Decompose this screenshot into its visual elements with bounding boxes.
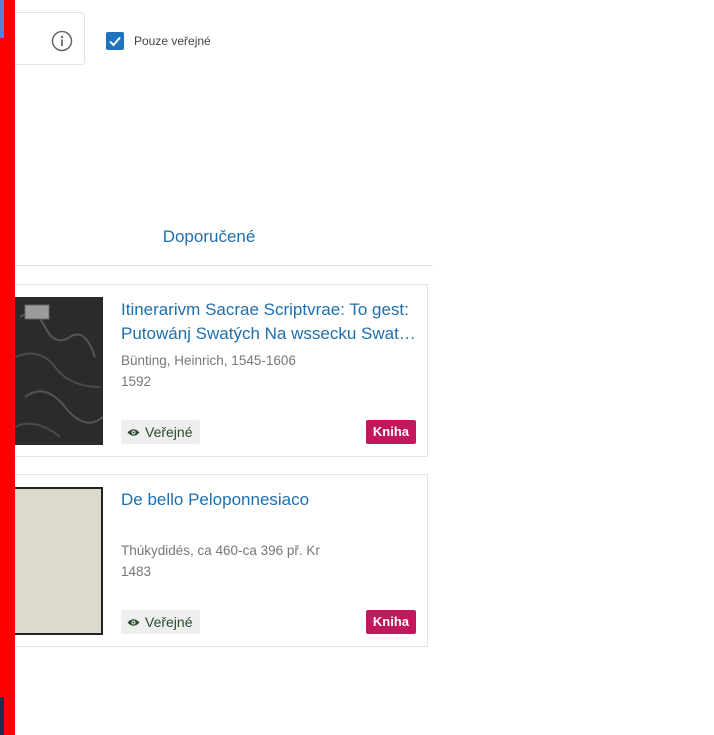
access-label: Veřejné (145, 614, 193, 630)
public-only-label[interactable]: Pouze veřejné (134, 34, 211, 48)
result-title[interactable]: De bello Peloponnesiaco (121, 488, 421, 512)
tab-recommended[interactable]: Doporučené (150, 227, 268, 247)
result-title[interactable]: Itinerarivm Sacrae Scriptvrae: To gest: … (121, 298, 421, 346)
result-author: Thúkydidés, ca 460-ca 396 př. Kr (121, 543, 320, 558)
result-author: Bünting, Heinrich, 1545-1606 (121, 353, 296, 368)
eye-icon (127, 614, 140, 630)
tabs-divider (15, 265, 433, 266)
search-field[interactable] (15, 12, 85, 65)
result-card[interactable]: Itinerarivm Sacrae Scriptvrae: To gest: … (15, 284, 428, 457)
book-thumbnail[interactable] (15, 487, 103, 635)
access-badge: Veřejné (121, 610, 201, 634)
access-badge: Veřejné (121, 420, 201, 444)
result-year: 1592 (121, 374, 152, 389)
result-year: 1483 (121, 564, 152, 579)
eye-icon (127, 424, 140, 440)
public-only-checkbox[interactable] (106, 32, 124, 50)
book-thumbnail[interactable] (15, 297, 103, 445)
type-badge: Kniha (365, 610, 416, 634)
left-red-overlay-bar (0, 0, 15, 735)
sidebar-edge-bottom (0, 697, 4, 735)
sidebar-edge-top (0, 0, 4, 38)
access-label: Veřejné (145, 424, 193, 440)
result-card[interactable]: De bello Peloponnesiaco Thúkydidés, ca 4… (15, 474, 428, 647)
type-badge: Kniha (365, 420, 416, 444)
info-icon[interactable] (51, 30, 73, 52)
